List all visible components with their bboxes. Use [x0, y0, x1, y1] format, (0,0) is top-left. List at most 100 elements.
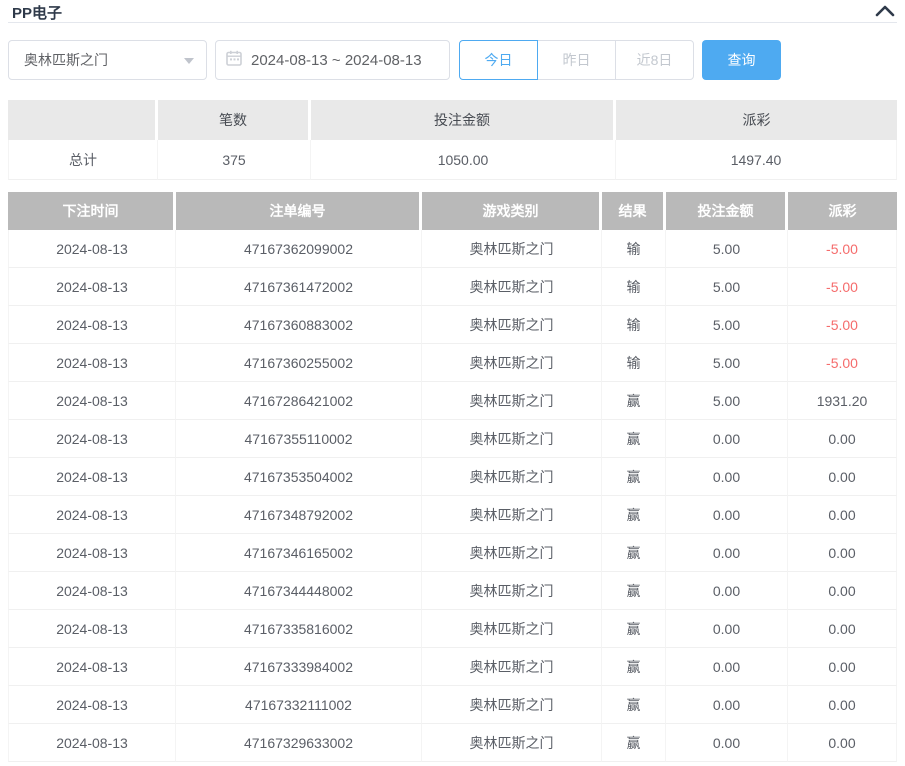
- record-row: 2024-08-1347167355110002奥林匹斯之门赢0.000.00: [8, 420, 897, 458]
- bet-time-cell: 2024-08-13: [8, 610, 176, 648]
- bet-time-cell: 2024-08-13: [8, 534, 176, 572]
- bet-amount-cell: 0.00: [666, 610, 788, 648]
- panel-header: PP电子: [8, 0, 897, 23]
- bet-time-cell: 2024-08-13: [8, 686, 176, 724]
- collapse-panel-button[interactable]: [875, 4, 895, 18]
- summary-header-count: 笔数: [158, 100, 311, 140]
- payout-cell: -5.00: [788, 268, 897, 306]
- records-body: 2024-08-1347167362099002奥林匹斯之门输5.00-5.00…: [8, 230, 897, 762]
- record-row: 2024-08-1347167362099002奥林匹斯之门输5.00-5.00: [8, 230, 897, 268]
- bet-id-cell: 47167329633002: [176, 724, 422, 762]
- bet-time-cell: 2024-08-13: [8, 268, 176, 306]
- payout-cell: 0.00: [788, 496, 897, 534]
- bet-time-cell: 2024-08-13: [8, 648, 176, 686]
- game-category-cell: 奥林匹斯之门: [422, 534, 602, 572]
- range-last8days-button[interactable]: 近8日: [615, 40, 694, 80]
- payout-cell: 1931.20: [788, 382, 897, 420]
- bet-id-cell: 47167355110002: [176, 420, 422, 458]
- game-category-cell: 奥林匹斯之门: [422, 420, 602, 458]
- bet-id-cell: 47167333984002: [176, 648, 422, 686]
- payout-cell: -5.00: [788, 230, 897, 268]
- query-button[interactable]: 查询: [702, 40, 781, 80]
- record-row: 2024-08-1347167286421002奥林匹斯之门赢5.001931.…: [8, 382, 897, 420]
- game-category-cell: 奥林匹斯之门: [422, 686, 602, 724]
- records-header-row: 下注时间 注单编号 游戏类别 结果 投注金额 派彩: [8, 192, 897, 230]
- record-row: 2024-08-1347167332111002奥林匹斯之门赢0.000.00: [8, 686, 897, 724]
- bet-id-cell: 47167348792002: [176, 496, 422, 534]
- result-cell: 赢: [602, 686, 666, 724]
- bet-id-cell: 47167286421002: [176, 382, 422, 420]
- game-category-cell: 奥林匹斯之门: [422, 496, 602, 534]
- game-select[interactable]: 奥林匹斯之门: [8, 40, 207, 80]
- header-bet-id: 注单编号: [176, 192, 422, 230]
- result-cell: 赢: [602, 496, 666, 534]
- payout-cell: 0.00: [788, 572, 897, 610]
- pp-games-panel: PP电子 奥林匹斯之门: [0, 0, 905, 762]
- record-row: 2024-08-1347167360255002奥林匹斯之门输5.00-5.00: [8, 344, 897, 382]
- payout-cell: 0.00: [788, 534, 897, 572]
- bet-amount-cell: 5.00: [666, 268, 788, 306]
- bet-time-cell: 2024-08-13: [8, 572, 176, 610]
- game-category-cell: 奥林匹斯之门: [422, 724, 602, 762]
- summary-total-label: 总计: [8, 140, 158, 180]
- payout-cell: 0.00: [788, 686, 897, 724]
- record-row: 2024-08-1347167344448002奥林匹斯之门赢0.000.00: [8, 572, 897, 610]
- header-game-category: 游戏类别: [422, 192, 602, 230]
- bet-amount-cell: 0.00: [666, 686, 788, 724]
- result-cell: 赢: [602, 572, 666, 610]
- game-category-cell: 奥林匹斯之门: [422, 306, 602, 344]
- game-category-cell: 奥林匹斯之门: [422, 230, 602, 268]
- date-range-picker[interactable]: 2024-08-13 ~ 2024-08-13: [215, 40, 450, 80]
- result-cell: 赢: [602, 420, 666, 458]
- record-row: 2024-08-1347167348792002奥林匹斯之门赢0.000.00: [8, 496, 897, 534]
- bet-amount-cell: 0.00: [666, 648, 788, 686]
- bet-id-cell: 47167360883002: [176, 306, 422, 344]
- chevron-down-icon: [184, 58, 194, 64]
- bet-time-cell: 2024-08-13: [8, 306, 176, 344]
- result-cell: 赢: [602, 458, 666, 496]
- result-cell: 赢: [602, 382, 666, 420]
- bet-amount-cell: 0.00: [666, 458, 788, 496]
- bet-amount-cell: 5.00: [666, 382, 788, 420]
- result-cell: 赢: [602, 724, 666, 762]
- result-cell: 赢: [602, 610, 666, 648]
- bet-amount-cell: 0.00: [666, 496, 788, 534]
- bet-amount-cell: 5.00: [666, 306, 788, 344]
- summary-header-bet-amount: 投注金额: [311, 100, 616, 140]
- payout-cell: -5.00: [788, 306, 897, 344]
- record-row: 2024-08-1347167346165002奥林匹斯之门赢0.000.00: [8, 534, 897, 572]
- bet-amount-cell: 5.00: [666, 230, 788, 268]
- header-bet-amount: 投注金额: [666, 192, 788, 230]
- payout-cell: 0.00: [788, 458, 897, 496]
- bet-id-cell: 47167361472002: [176, 268, 422, 306]
- payout-cell: 0.00: [788, 610, 897, 648]
- bet-id-cell: 47167360255002: [176, 344, 422, 382]
- game-category-cell: 奥林匹斯之门: [422, 572, 602, 610]
- page-title: PP电子: [12, 2, 62, 23]
- record-row: 2024-08-1347167353504002奥林匹斯之门赢0.000.00: [8, 458, 897, 496]
- summary-table: 笔数 投注金额 派彩 总计 375 1050.00 1497.40: [8, 100, 897, 180]
- summary-total-payout: 1497.40: [616, 140, 897, 180]
- result-cell: 赢: [602, 648, 666, 686]
- result-cell: 输: [602, 230, 666, 268]
- result-cell: 赢: [602, 534, 666, 572]
- quick-range-group: 今日 昨日 近8日: [459, 40, 694, 80]
- bet-id-cell: 47167344448002: [176, 572, 422, 610]
- bet-id-cell: 47167332111002: [176, 686, 422, 724]
- bet-id-cell: 47167335816002: [176, 610, 422, 648]
- bet-amount-cell: 5.00: [666, 344, 788, 382]
- range-today-button[interactable]: 今日: [459, 40, 538, 80]
- range-yesterday-button[interactable]: 昨日: [537, 40, 616, 80]
- bet-time-cell: 2024-08-13: [8, 496, 176, 534]
- payout-cell: 0.00: [788, 420, 897, 458]
- game-category-cell: 奥林匹斯之门: [422, 610, 602, 648]
- bet-id-cell: 47167353504002: [176, 458, 422, 496]
- payout-cell: 0.00: [788, 724, 897, 762]
- record-row: 2024-08-1347167360883002奥林匹斯之门输5.00-5.00: [8, 306, 897, 344]
- record-row: 2024-08-1347167335816002奥林匹斯之门赢0.000.00: [8, 610, 897, 648]
- header-payout: 派彩: [788, 192, 897, 230]
- summary-total-bet-amount: 1050.00: [311, 140, 616, 180]
- bet-time-cell: 2024-08-13: [8, 420, 176, 458]
- summary-header-payout: 派彩: [616, 100, 897, 140]
- chevron-up-icon: [875, 6, 895, 21]
